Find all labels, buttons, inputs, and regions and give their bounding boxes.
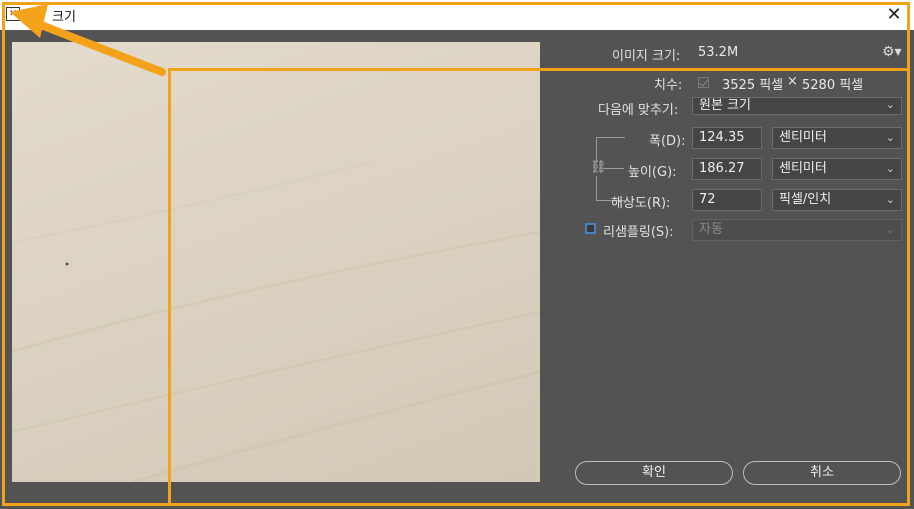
annotation-arrow xyxy=(10,4,166,76)
link-bracket-mid xyxy=(604,168,624,169)
width-label: 폭(D): xyxy=(649,134,686,149)
close-icon: ✕ xyxy=(886,4,902,25)
dimensions-times: × xyxy=(787,74,798,89)
fit-to-select[interactable]: 원본 크기 ⌄ xyxy=(692,97,902,115)
height-unit-select[interactable]: 센티미터 ⌄ xyxy=(772,158,902,180)
height-label: 높이(G): xyxy=(628,165,677,180)
dimensions-dropdown-check[interactable] xyxy=(698,77,709,88)
resolution-input[interactable]: 72 xyxy=(692,189,762,211)
gear-icon[interactable]: ⚙▾ xyxy=(882,44,902,60)
resolution-unit-value: 픽셀/인치 xyxy=(779,192,832,207)
dimensions-height: 5280 픽셀 xyxy=(802,78,864,93)
cancel-button[interactable]: 취소 xyxy=(743,461,901,485)
width-input[interactable]: 124.35 xyxy=(692,127,762,149)
image-size-label: 이미지 크기: xyxy=(612,49,681,64)
image-preview[interactable] xyxy=(12,42,540,482)
chevron-down-icon: ⌄ xyxy=(885,162,895,175)
resolution-unit-select[interactable]: 픽셀/인치 ⌄ xyxy=(772,189,902,211)
dimensions-label: 치수: xyxy=(654,78,683,93)
sand-texture xyxy=(12,161,540,482)
link-bracket-top xyxy=(596,137,625,162)
dimensions-width: 3525 픽셀 xyxy=(722,78,784,93)
height-input[interactable]: 186.27 xyxy=(692,158,762,180)
width-unit-select[interactable]: 센티미터 ⌄ xyxy=(772,127,902,149)
close-button[interactable]: ✕ xyxy=(882,3,906,27)
resample-checkbox[interactable] xyxy=(585,223,596,234)
chevron-down-icon: ⌄ xyxy=(885,98,895,111)
fit-to-label: 다음에 맞추기: xyxy=(598,103,679,118)
chevron-down-icon: ⌄ xyxy=(885,131,895,144)
ok-button[interactable]: 확인 xyxy=(575,461,733,485)
fit-to-value: 원본 크기 xyxy=(699,98,751,113)
resample-select[interactable]: 자동 ⌄ xyxy=(692,219,902,241)
resolution-label: 해상도(R): xyxy=(611,196,671,211)
image-size-value: 53.2M xyxy=(698,45,739,60)
chevron-down-icon: ⌄ xyxy=(885,223,895,236)
chevron-down-icon: ⌄ xyxy=(885,193,895,206)
resample-label: 리샘플링(S): xyxy=(603,225,674,240)
resample-value: 자동 xyxy=(699,222,723,237)
height-unit-value: 센티미터 xyxy=(779,161,827,176)
width-unit-value: 센티미터 xyxy=(779,130,827,145)
